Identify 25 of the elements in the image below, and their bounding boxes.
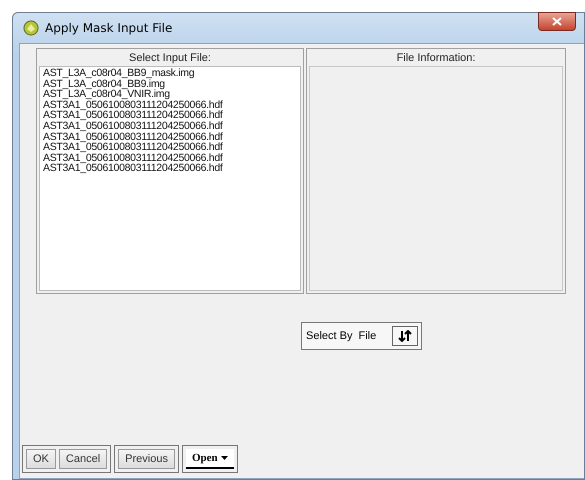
sort-icon [398,330,412,342]
file-list-item[interactable]: AST_L3A_c08r04_BB9_mask.img [43,68,297,79]
file-list-item[interactable]: AST3A1_0506100803111204250066.hdf [43,110,297,121]
panel-header: Select Input File: [128,51,212,66]
close-button[interactable] [538,12,576,31]
sort-button[interactable] [392,326,418,346]
file-list-item[interactable]: AST3A1_0506100803111204250066.hdf [43,132,297,142]
panel-header: File Information: [396,51,476,66]
file-list-item[interactable]: AST_L3A_c08r04_VNIR.img [43,89,297,100]
close-icon [552,17,562,26]
open-menu-button[interactable]: Open [186,449,234,469]
file-list-item[interactable]: AST3A1_0506100803111204250066.hdf [43,152,297,164]
file-list-item[interactable]: AST_L3A_c08r04_BB9.img [43,78,297,90]
file-list-item[interactable]: AST3A1_0506100803111204250066.hdf [43,163,297,174]
select-by-value[interactable]: File [358,330,376,342]
app-icon [23,20,39,36]
file-list-item[interactable]: AST3A1_0506100803111204250066.hdf [43,100,297,110]
window-title: Apply Mask Input File [45,21,172,35]
caret-icon [220,456,228,460]
dialog-button[interactable]: Cancel [58,449,108,469]
select-by-label: Select By [306,330,352,342]
dialog-button[interactable]: Previous [118,449,175,469]
file-list-item[interactable]: AST3A1_0506100803111204250066.hdf [43,142,297,153]
dialog-button[interactable]: OK [26,449,56,469]
file-list-item[interactable]: AST3A1_0506100803111204250066.hdf [43,120,297,132]
